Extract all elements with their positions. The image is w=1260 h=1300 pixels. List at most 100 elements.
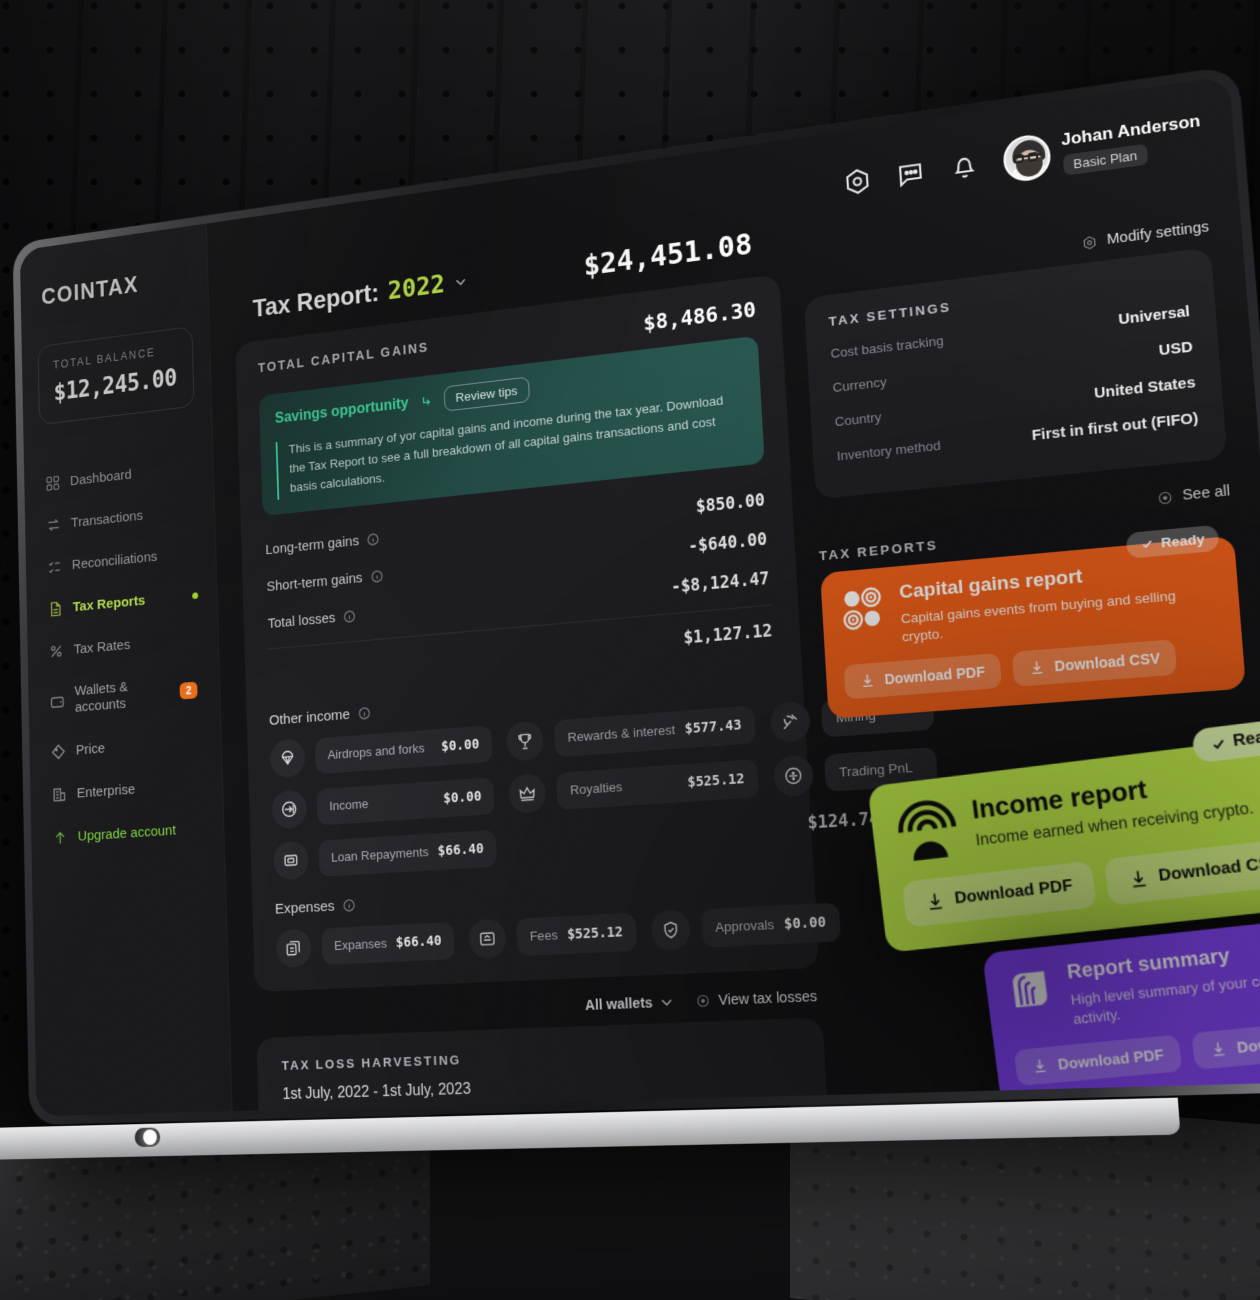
wallet-filter-value: All wallets xyxy=(584,995,653,1014)
info-icon[interactable] xyxy=(342,898,356,913)
tile-value: $0.00 xyxy=(783,914,827,933)
download-csv-button[interactable]: Download CSV xyxy=(1011,639,1178,688)
scene: COINTAX TOTAL BALANCE $12,245.00 Dashboa… xyxy=(0,0,1260,1300)
trophy-icon xyxy=(505,720,545,762)
info-icon[interactable] xyxy=(343,609,357,624)
view-tax-losses-link[interactable]: View tax losses xyxy=(696,989,818,1010)
download-pdf-button[interactable]: Download PDF xyxy=(901,860,1097,928)
info-icon[interactable] xyxy=(358,706,372,721)
sidebar-item-label: Reconciliations xyxy=(71,548,158,573)
percent-icon xyxy=(48,642,64,661)
expenses-title: Expenses xyxy=(274,897,335,918)
row-value: -$640.00 xyxy=(687,529,768,557)
tax-settings-card: TAX SETTINGS Cost basis tracking Univers… xyxy=(803,247,1228,500)
setting-value: First in first out (FIFO) xyxy=(1031,409,1199,445)
loan-card-icon xyxy=(272,840,309,881)
view-tax-losses-label: View tax losses xyxy=(718,988,818,1009)
download-icon xyxy=(924,890,947,913)
list-item[interactable]: Approvals $0.00 xyxy=(650,901,842,951)
sidebar-item-upgrade-account[interactable]: Upgrade account xyxy=(31,807,224,859)
receipt-icon xyxy=(468,918,507,960)
shield-check-icon xyxy=(650,908,692,951)
user-plan-badge: Basic Plan xyxy=(1062,143,1149,177)
list-item[interactable]: Income $0.00 xyxy=(271,776,496,830)
download-csv-button[interactable]: Download CSV xyxy=(1103,836,1260,906)
status-label: Ready xyxy=(1231,725,1260,751)
monitor: COINTAX TOTAL BALANCE $12,245.00 Dashboa… xyxy=(0,65,1260,1161)
info-icon[interactable] xyxy=(367,532,381,547)
tax-loss-harvesting-label: TAX LOSS HARVESTING xyxy=(281,1052,462,1073)
download-pdf-button[interactable]: Download PDF xyxy=(843,653,1002,700)
income-arrow-icon xyxy=(271,788,308,830)
chat-icon[interactable] xyxy=(894,158,926,191)
list-item[interactable]: Loan Repayments $66.40 xyxy=(272,828,498,881)
tile-value: $0.00 xyxy=(442,788,482,807)
download-pdf-label: Download PDF xyxy=(884,663,986,688)
brand-logo-text: COINTAX xyxy=(41,272,139,311)
main-content: Johan Anderson Basic Plan Tax Report: 20… xyxy=(207,76,1260,1117)
sidebar-item-label: Wallets & accounts xyxy=(74,679,129,716)
capital-gains-total: $8,486.30 xyxy=(642,298,757,337)
brand-logo[interactable]: COINTAX xyxy=(21,263,208,314)
arrow-up-icon xyxy=(52,829,68,847)
review-tips-button[interactable]: Review tips xyxy=(443,376,530,412)
crown-icon xyxy=(508,772,547,814)
wallet-filter-select[interactable]: All wallets xyxy=(585,994,676,1014)
list-item[interactable]: Fees $525.12 xyxy=(468,911,638,960)
tile-value: $0.00 xyxy=(440,736,480,755)
avatar xyxy=(1001,132,1052,184)
row-label: Long-term gains xyxy=(265,533,360,559)
download-csv-button[interactable]: Download CSV xyxy=(1190,1017,1260,1071)
setting-value: USD xyxy=(1158,338,1194,360)
list-item[interactable]: Royalties $525.12 xyxy=(508,758,760,814)
check-list-icon xyxy=(47,558,63,577)
download-icon xyxy=(1126,867,1150,890)
status-label: Ready xyxy=(1160,531,1206,551)
download-csv-label: Download CSV xyxy=(1053,649,1161,675)
bell-icon[interactable] xyxy=(948,150,980,183)
tile-value: $525.12 xyxy=(566,924,624,943)
chevron-down-icon[interactable] xyxy=(453,274,468,291)
swap-icon xyxy=(46,516,62,535)
tile-label: Royalties xyxy=(569,779,623,798)
wallet-icon xyxy=(49,692,65,710)
download-pdf-label: Download PDF xyxy=(1056,1045,1165,1073)
building-icon xyxy=(51,785,67,803)
see-all-label: See all xyxy=(1181,482,1231,505)
chevron-down-icon xyxy=(659,994,675,1011)
circles-target-icon xyxy=(839,584,888,634)
list-item[interactable]: Rewards & interest $577.43 xyxy=(505,704,757,762)
rainbow-person-icon xyxy=(892,797,963,861)
sidebar-item-label: Tax Rates xyxy=(73,636,131,657)
user-name: Johan Anderson xyxy=(1060,110,1202,150)
row-label: Total losses xyxy=(267,610,336,633)
tag-icon xyxy=(50,743,66,761)
tile-label: Fees xyxy=(529,927,559,944)
download-pdf-label: Download PDF xyxy=(953,876,1074,908)
tile-value: $66.40 xyxy=(395,932,442,951)
list-item[interactable]: Expanses $66.40 xyxy=(275,921,456,968)
pickaxe-icon xyxy=(769,699,812,743)
tax-year-value[interactable]: 2022 xyxy=(387,270,445,306)
sidebar-item-label: Price xyxy=(75,740,106,758)
report-card-capital-gains[interactable]: Ready Capital gains report Capital gains… xyxy=(820,524,1247,720)
active-indicator-dot xyxy=(192,592,199,600)
tile-value: $66.40 xyxy=(437,840,485,860)
sidebar-item-label: Dashboard xyxy=(69,466,132,489)
settings-hex-icon[interactable] xyxy=(841,165,872,198)
list-item[interactable]: Airdrops and forks $0.00 xyxy=(269,724,493,779)
download-pdf-button[interactable]: Download PDF xyxy=(1013,1034,1183,1087)
sidebar-item-label: Transactions xyxy=(70,507,143,531)
info-icon[interactable] xyxy=(370,569,384,584)
check-icon xyxy=(1209,735,1227,753)
report-card-header: Capital gains report Capital gains event… xyxy=(839,554,1221,652)
check-icon xyxy=(1140,537,1155,552)
tile-label: Airdrops and forks xyxy=(327,740,425,763)
sidebar-item-label: Tax Reports xyxy=(72,592,146,615)
row-label: Short-term gains xyxy=(266,570,363,596)
other-income-title: Other income xyxy=(268,706,351,729)
setting-key: Inventory method xyxy=(836,437,942,464)
download-csv-label: Download CSV xyxy=(1157,853,1260,886)
sidebar-item-wallets-accounts[interactable]: Wallets & accounts 2 xyxy=(28,660,220,731)
sidebar-nav: Dashboard Transactions Reconciliations T… xyxy=(24,446,224,859)
